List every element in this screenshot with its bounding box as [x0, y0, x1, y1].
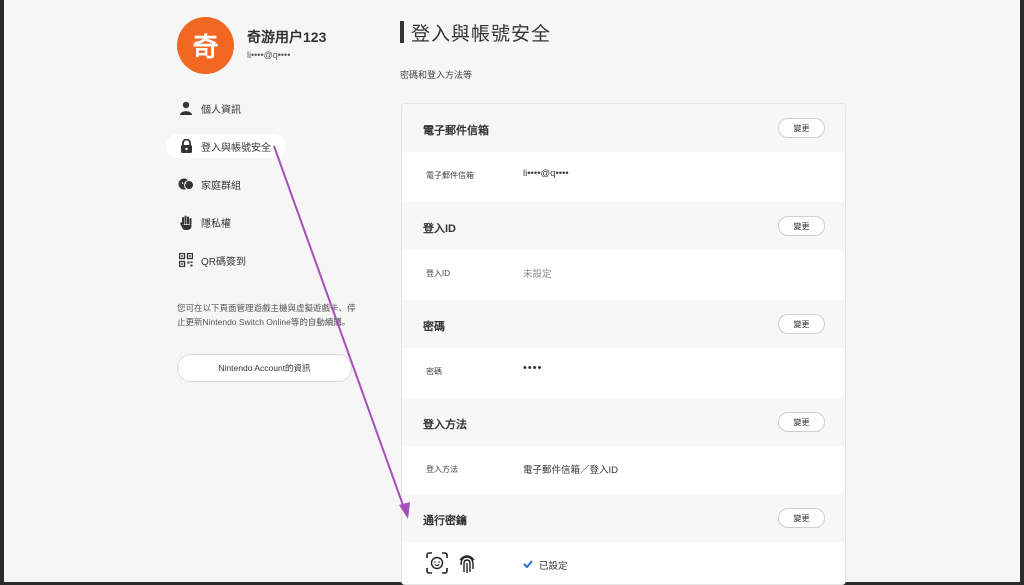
- face-id-icon: [426, 552, 448, 579]
- sidebar-item-personal-info[interactable]: 個人資訊: [166, 96, 286, 120]
- change-email-button[interactable]: 變更: [778, 118, 825, 138]
- lock-icon: [178, 138, 194, 154]
- user-name: 奇游用户123: [247, 29, 327, 45]
- qr-code-icon: [178, 252, 194, 268]
- sidebar-item-label: 隱私權: [201, 218, 231, 230]
- sidebar-item-login-security[interactable]: 登入與帳號安全: [166, 134, 286, 158]
- section-row-email: 電子郵件信箱 li••••@q••••: [402, 152, 845, 202]
- change-login-id-button[interactable]: 變更: [778, 216, 825, 236]
- change-login-method-button[interactable]: 變更: [778, 412, 825, 432]
- avatar: 奇: [177, 17, 234, 74]
- section-title: 登入ID: [423, 223, 456, 235]
- section-row-login-id: 登入ID 未設定: [402, 250, 845, 300]
- sidebar-item-label: 家庭群組: [201, 180, 241, 192]
- sidebar-item-family-group[interactable]: 家庭群組: [166, 172, 286, 196]
- family-icon: [178, 176, 194, 192]
- window-frame-left: [0, 0, 4, 585]
- page-subtitle: 密碼和登入方法等: [400, 70, 473, 80]
- change-passkey-button[interactable]: 變更: [778, 508, 825, 528]
- sidebar-item-label: 個人資訊: [201, 104, 241, 116]
- section-title: 登入方法: [423, 419, 467, 431]
- hand-icon: [178, 214, 194, 230]
- section-header-password: 密碼 變更: [402, 300, 845, 348]
- person-icon: [178, 100, 194, 116]
- section-row-password: 密碼 ••••: [402, 348, 845, 398]
- section-row-passkey: 已設定: [402, 542, 845, 584]
- sidebar-item-label: 登入與帳號安全: [201, 142, 271, 154]
- section-row-login-method: 登入方法 電子郵件信箱／登入ID: [402, 446, 845, 496]
- row-value: li••••@q••••: [523, 168, 569, 179]
- section-header-login-method: 登入方法 變更: [402, 398, 845, 446]
- row-value: 未設定: [523, 269, 552, 280]
- passkey-status: 已設定: [523, 558, 568, 572]
- section-title: 電子郵件信箱: [423, 125, 489, 137]
- row-label: 密碼: [426, 367, 442, 376]
- page-title: 登入與帳號安全: [411, 24, 552, 45]
- user-email: li••••@q••••: [247, 50, 291, 60]
- sidebar-item-qr-checkin[interactable]: QR碼簽到: [166, 248, 286, 272]
- change-password-button[interactable]: 變更: [778, 314, 825, 334]
- section-title: 通行密鑰: [423, 515, 467, 527]
- row-value: 電子郵件信箱／登入ID: [523, 465, 619, 476]
- section-header-login-id: 登入ID 變更: [402, 202, 845, 250]
- row-label: 登入方法: [426, 465, 458, 474]
- sidebar-item-label: QR碼簽到: [201, 256, 246, 268]
- row-label: 登入ID: [426, 269, 450, 278]
- passkey-icons: [426, 552, 478, 579]
- check-icon: [523, 559, 533, 571]
- title-accent-bar: [400, 21, 404, 43]
- sidebar-item-privacy[interactable]: 隱私權: [166, 210, 286, 234]
- fingerprint-icon: [456, 552, 478, 579]
- window-frame-right: [1020, 0, 1024, 585]
- row-value: ••••: [523, 362, 543, 374]
- section-header-email: 電子郵件信箱 變更: [402, 104, 845, 152]
- row-label: 電子郵件信箱: [426, 171, 474, 180]
- nintendo-account-info-button[interactable]: Nintendo Account的資訊: [177, 354, 352, 382]
- sidebar-note: 您可在以下頁面管理遊戲主機與虛擬遊戲卡、停止更新Nintendo Switch …: [177, 303, 356, 327]
- section-title: 密碼: [423, 321, 445, 333]
- section-header-passkey: 通行密鑰 變更: [402, 494, 845, 542]
- passkey-status-text: 已設定: [539, 561, 568, 572]
- security-card: 電子郵件信箱 變更 電子郵件信箱 li••••@q•••• 登入ID 變更 登入…: [401, 103, 846, 585]
